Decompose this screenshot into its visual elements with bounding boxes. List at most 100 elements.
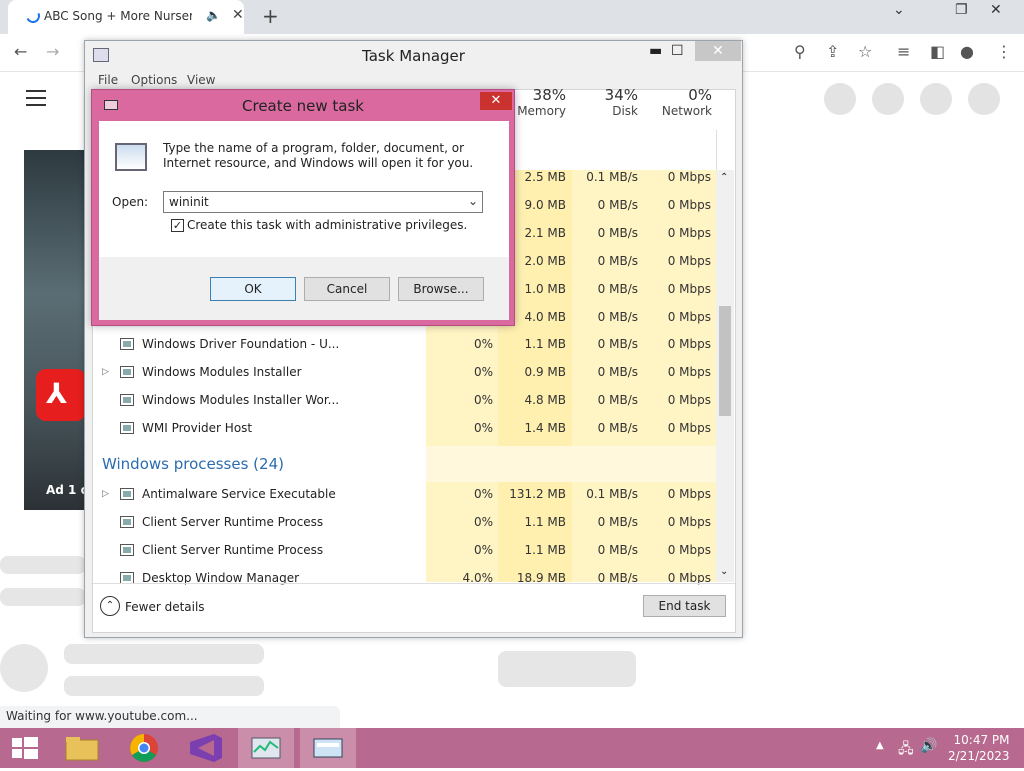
network-icon[interactable]: 🖧 (898, 738, 914, 762)
video-player[interactable]: Ad 1 of (24, 150, 94, 510)
process-name: WMI Provider Host (142, 421, 253, 435)
open-label: Open: (112, 195, 149, 209)
minimize-button[interactable]: ▬ (649, 43, 662, 59)
admin-privileges-label[interactable]: Create this task with administrative pri… (187, 218, 467, 232)
close-tab-icon[interactable]: ✕ (232, 7, 244, 23)
bookmark-star-icon[interactable]: ☆ (858, 42, 872, 61)
speaker-icon[interactable]: 🔈 (206, 8, 221, 22)
browser-tab[interactable]: ABC Song + More Nursery R 🔈 ✕ (8, 0, 244, 34)
placeholder-circle (824, 83, 856, 115)
network-cell: 0 Mbps (667, 365, 711, 379)
open-value: wininit (169, 195, 209, 209)
fewer-details-link[interactable]: Fewer details (125, 600, 205, 614)
close-window-button[interactable]: ✕ (990, 2, 1002, 18)
network-cell: 0 Mbps (667, 310, 711, 324)
dialog-close-button[interactable]: ✕ (480, 92, 512, 110)
open-combobox[interactable]: wininit ⌄ (163, 191, 483, 213)
process-name: Windows Modules Installer (142, 365, 302, 379)
maximize-button[interactable]: ☐ (671, 43, 684, 59)
footer-divider (91, 583, 735, 584)
process-icon (120, 488, 134, 500)
zoom-icon[interactable]: ⚲ (794, 42, 806, 61)
scrollbar-thumb[interactable] (719, 306, 731, 416)
memory-cell: 1.1 MB (524, 337, 566, 351)
fewer-details-chevron-icon[interactable]: ⌃ (100, 596, 120, 616)
process-icon (120, 366, 134, 378)
process-name: Windows Driver Foundation - U... (142, 337, 340, 351)
disk-cell: 0 MB/s (597, 198, 638, 212)
disk-cell: 0 MB/s (597, 393, 638, 407)
network-cell: 0 Mbps (667, 337, 711, 351)
disk-cell: 0 MB/s (597, 310, 638, 324)
forward-icon[interactable]: → (46, 42, 59, 61)
loading-skeleton (0, 588, 86, 606)
placeholder-circle (872, 83, 904, 115)
menu-view[interactable]: View (187, 73, 215, 87)
process-icon (120, 338, 134, 350)
loading-skeleton (498, 651, 636, 687)
cpu-cell: 0% (473, 365, 493, 379)
disk-cell: 0 MB/s (597, 226, 638, 240)
loading-skeleton-avatar (0, 644, 48, 692)
restore-window-button[interactable]: ❐ (955, 2, 968, 18)
chevron-down-icon[interactable]: ⌄ (468, 194, 478, 208)
column-header-disk[interactable]: 34% Disk (574, 86, 638, 118)
chrome-icon[interactable] (118, 728, 174, 768)
process-icon (120, 516, 134, 528)
loading-skeleton (0, 556, 86, 574)
column-header-network[interactable]: 0% Network (640, 86, 712, 118)
start-icon[interactable] (0, 728, 56, 768)
file-explorer-icon[interactable] (56, 728, 112, 768)
share-icon[interactable]: ⇪ (826, 42, 839, 61)
show-hidden-icons[interactable]: ▲ (876, 740, 884, 751)
cancel-button[interactable]: Cancel (304, 277, 390, 301)
network-cell: 0 Mbps (667, 515, 711, 529)
system-clock[interactable]: 10:47 PM 2/21/2023 (948, 732, 1010, 764)
disk-cell: 0 MB/s (597, 337, 638, 351)
disk-percent: 34% (604, 86, 638, 104)
header-divider (716, 130, 717, 170)
admin-privileges-checkbox[interactable]: ✓ (171, 219, 184, 232)
task-manager-icon[interactable] (238, 728, 294, 768)
browse-button[interactable]: Browse... (398, 277, 484, 301)
vertical-scrollbar[interactable]: ⌃ ⌄ (716, 170, 734, 582)
process-name: Client Server Runtime Process (142, 543, 324, 557)
end-task-button[interactable]: End task (643, 595, 726, 617)
menu-file[interactable]: File (98, 73, 118, 87)
group-title-windows-processes[interactable]: Windows processes (24) (102, 455, 284, 473)
disk-cell: 0 MB/s (597, 515, 638, 529)
hamburger-menu-icon[interactable] (26, 90, 46, 111)
close-button[interactable]: ✕ (695, 41, 741, 61)
profile-avatar-icon[interactable]: ● (960, 42, 974, 61)
disk-cell: 0.1 MB/s (586, 487, 638, 501)
menu-kebab-icon[interactable]: ⋮ (996, 42, 1012, 61)
run-dialog-icon[interactable] (300, 728, 356, 768)
windows-taskbar: ▲ 🖧 🔊 10:47 PM 2/21/2023 (0, 728, 1024, 768)
placeholder-circle (920, 83, 952, 115)
media-control-icon[interactable]: ≡ (897, 42, 910, 61)
network-percent: 0% (688, 86, 712, 104)
back-icon[interactable]: ← (14, 42, 27, 61)
process-name: Windows Modules Installer Wor... (142, 393, 340, 407)
cpu-cell: 0% (473, 487, 493, 501)
scroll-up-icon[interactable]: ⌃ (720, 172, 728, 183)
scroll-down-icon[interactable]: ⌄ (720, 566, 728, 577)
group-row-band (426, 446, 716, 482)
volume-icon[interactable]: 🔊 (920, 738, 937, 754)
side-panel-icon[interactable]: ◧ (930, 42, 945, 61)
expand-arrow-icon[interactable]: ▷ (102, 489, 109, 499)
dialog-title: Create new task (242, 97, 364, 115)
menu-options[interactable]: Options (131, 73, 177, 87)
memory-cell: 0.9 MB (524, 365, 566, 379)
pdf-app-icon[interactable]: ⅄ (36, 369, 86, 421)
task-manager-titlebar[interactable]: Task Manager ▬ ☐ ✕ (85, 41, 742, 71)
ok-button[interactable]: OK (210, 277, 296, 301)
cpu-cell: 0% (473, 337, 493, 351)
tab-search-icon[interactable]: ⌄ (893, 2, 905, 18)
dialog-body: Type the name of a program, folder, docu… (99, 121, 509, 320)
disk-cell: 0 MB/s (597, 254, 638, 268)
new-tab-button[interactable]: + (262, 4, 279, 28)
visual-studio-icon[interactable] (178, 728, 234, 768)
disk-cell: 0 MB/s (597, 282, 638, 296)
expand-arrow-icon[interactable]: ▷ (102, 367, 109, 377)
